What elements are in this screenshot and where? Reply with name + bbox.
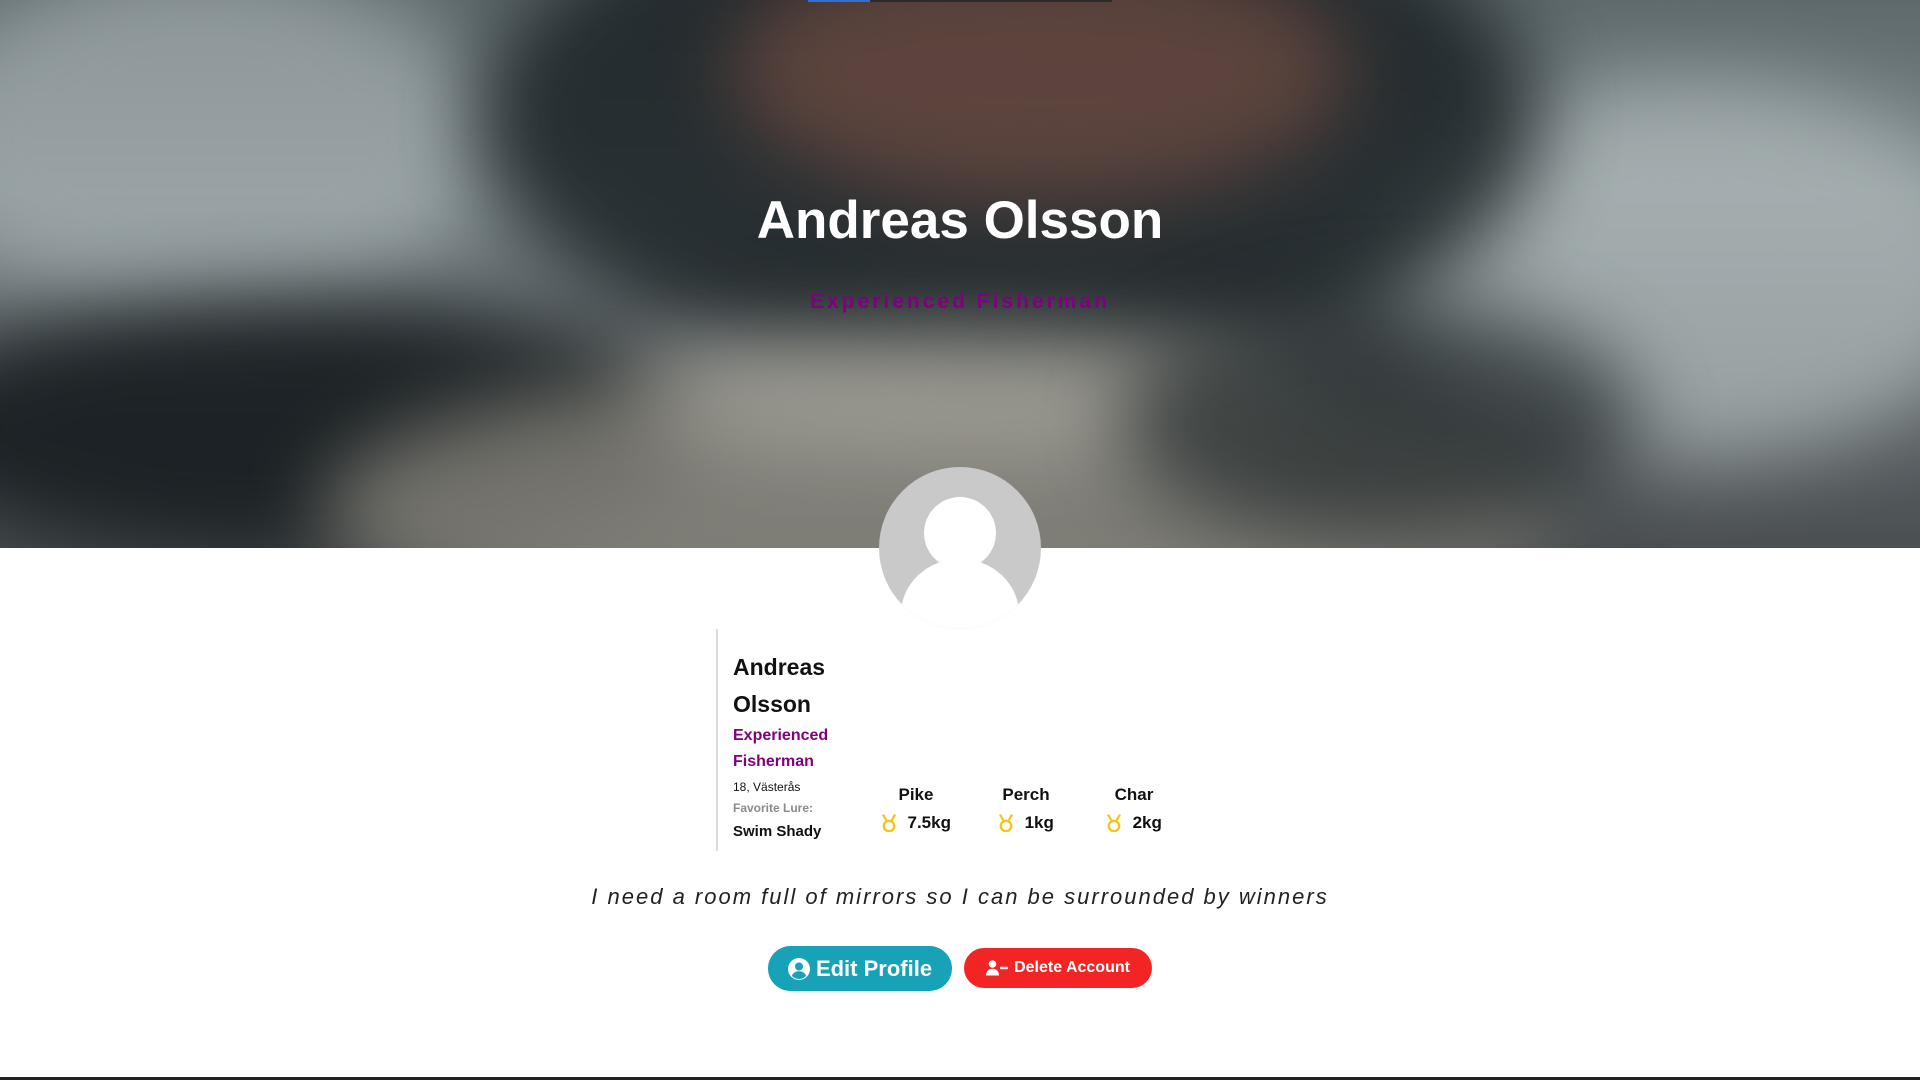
catch-species: Pike <box>898 785 934 804</box>
catch-species: Perch <box>1002 785 1050 804</box>
hero-subtitle: Experienced Fisherman <box>810 290 1110 313</box>
profile-card: Andreas Olsson Experienced Fisherman 18,… <box>716 629 1198 851</box>
catch-species: Char <box>1114 785 1154 804</box>
user-minus-icon <box>986 960 1009 976</box>
hero-background-blur <box>1120 300 1640 540</box>
profile-age-location: 18, Västerås <box>733 780 801 794</box>
medal-icon <box>882 814 897 832</box>
favorite-lure-label: Favorite Lure: <box>733 801 814 815</box>
profile-first-name: Andreas <box>733 654 826 680</box>
catch-record-pike: Pike 7.5kg <box>868 784 964 834</box>
top-progress-fill <box>808 0 870 2</box>
profile-info: Andreas Olsson Experienced Fisherman 18,… <box>733 649 853 842</box>
hero-background-blur <box>0 0 480 320</box>
profile-role-line2: Fisherman <box>733 753 814 770</box>
catch-weight-row: 2kg <box>1086 812 1182 834</box>
medal-icon <box>1107 814 1122 832</box>
favorite-lure-value: Swim Shady <box>733 823 822 840</box>
catch-weight-row: 1kg <box>978 812 1074 834</box>
catch-weight: 7.5kg <box>907 813 951 832</box>
hero-banner: Andreas Olsson Experienced Fisherman <box>0 0 1920 548</box>
user-circle-icon <box>787 957 810 980</box>
avatar-body-shape <box>901 559 1019 629</box>
catch-weight: 1kg <box>1024 813 1054 832</box>
profile-quote: I need a room full of mirrors so I can b… <box>591 884 1329 909</box>
catch-record-perch: Perch 1kg <box>978 784 1074 834</box>
hero-title: Andreas Olsson <box>756 191 1164 250</box>
edit-profile-button[interactable]: Edit Profile <box>768 946 952 991</box>
delete-account-label: Delete Account <box>1014 959 1130 976</box>
catch-weight: 2kg <box>1132 813 1162 832</box>
catch-records: Pike 7.5kg Perch 1kg Char 2kg <box>868 784 1188 844</box>
profile-last-name: Olsson <box>733 691 811 717</box>
medal-icon <box>999 814 1014 832</box>
delete-account-button[interactable]: Delete Account <box>964 948 1152 988</box>
catch-record-char: Char 2kg <box>1086 784 1182 834</box>
profile-role-line1: Experienced <box>733 727 829 744</box>
catch-weight-row: 7.5kg <box>868 812 964 834</box>
avatar <box>879 467 1041 629</box>
edit-profile-label: Edit Profile <box>815 955 933 981</box>
